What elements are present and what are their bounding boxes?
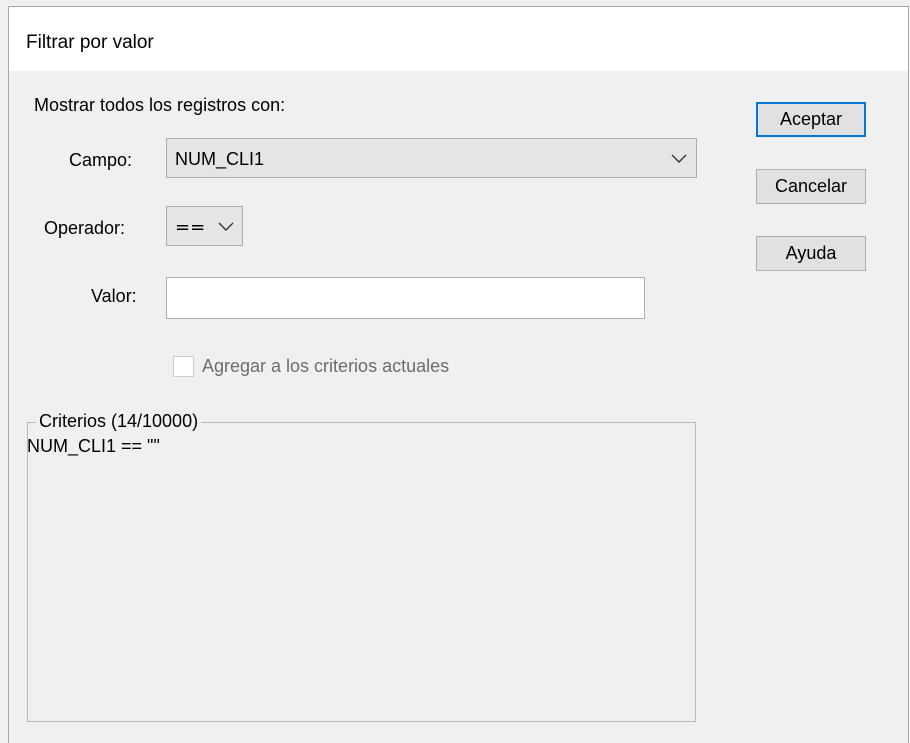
- operator-select[interactable]: ==: [166, 206, 243, 246]
- filter-dialog: Filtrar por valor Mostrar todos los regi…: [8, 6, 909, 743]
- value-input[interactable]: [166, 277, 645, 319]
- dialog-title: Filtrar por valor: [26, 32, 154, 53]
- chevron-down-icon: [218, 222, 234, 231]
- append-criteria-checkbox[interactable]: [173, 356, 194, 377]
- append-criteria-label: Agregar a los criterios actuales: [202, 356, 450, 376]
- title-bar: Filtrar por valor: [9, 7, 908, 71]
- cancel-button[interactable]: Cancelar: [756, 169, 866, 204]
- prompt-label: Mostrar todos los registros con:: [34, 95, 286, 115]
- help-button[interactable]: Ayuda: [756, 236, 866, 271]
- accept-button[interactable]: Aceptar: [756, 102, 866, 137]
- field-select-value: NUM_CLI1: [175, 149, 265, 169]
- field-select[interactable]: NUM_CLI1: [166, 138, 697, 178]
- criteria-text: NUM_CLI1 == "": [27, 436, 160, 456]
- value-label: Valor:: [91, 286, 137, 306]
- operator-select-value: ==: [175, 217, 206, 238]
- field-label: Campo:: [69, 150, 133, 170]
- criteria-groupbox: [27, 422, 696, 722]
- operator-label: Operador:: [44, 218, 126, 238]
- chevron-down-icon: [671, 154, 687, 163]
- criteria-legend: Criterios (14/10000): [36, 411, 202, 432]
